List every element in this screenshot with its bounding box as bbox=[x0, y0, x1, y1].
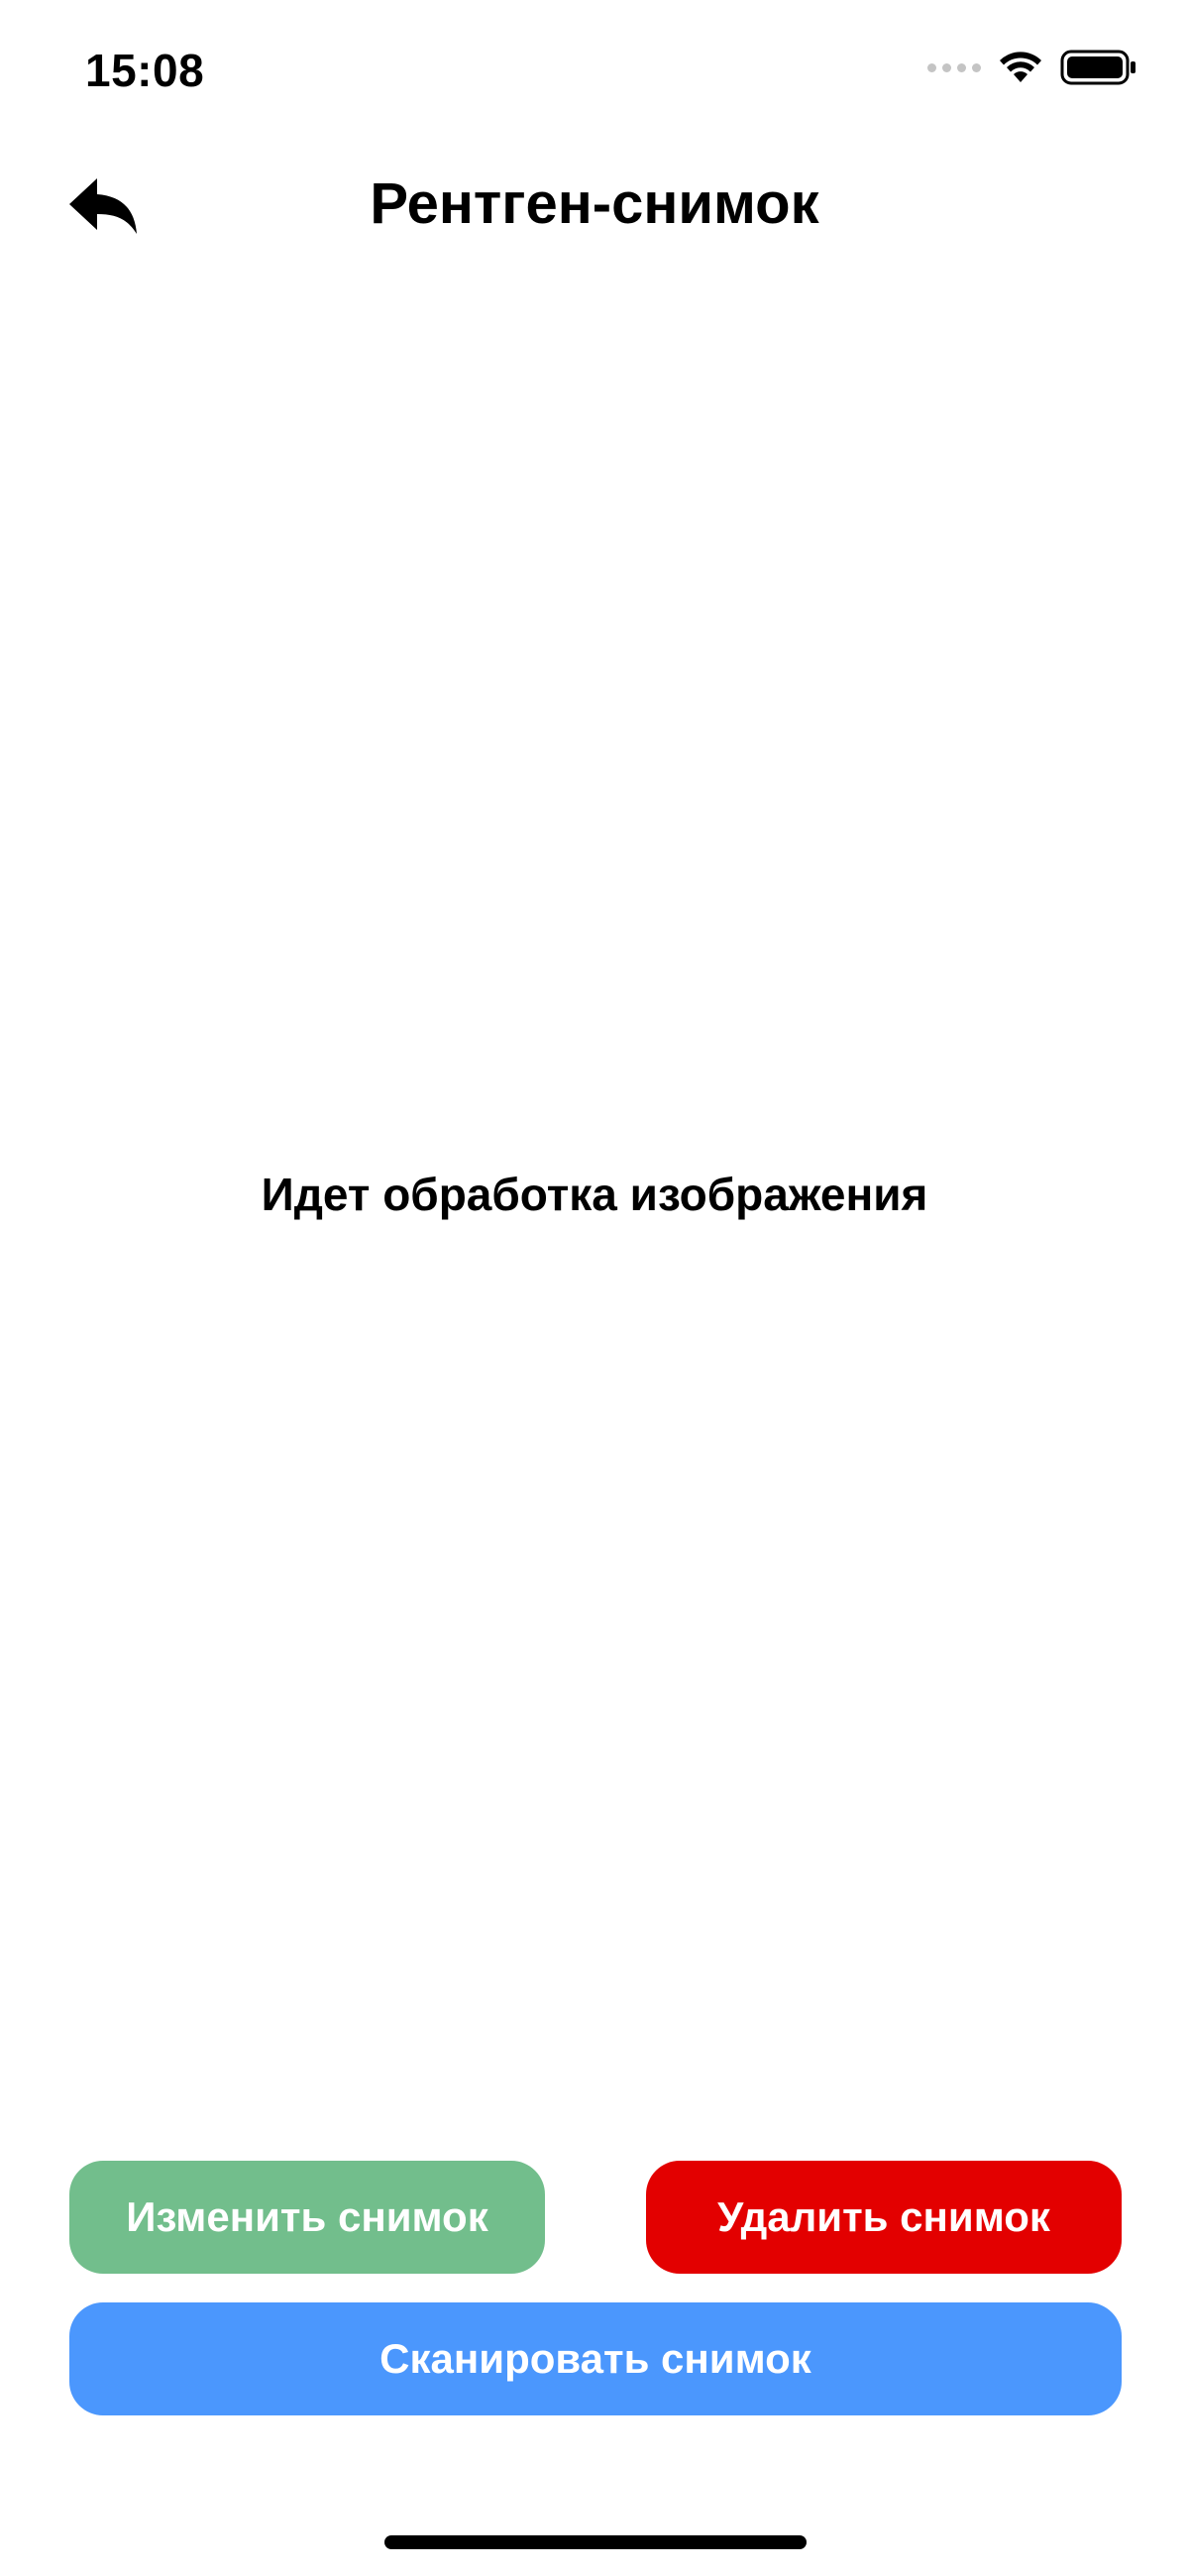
status-bar: 15:08 bbox=[0, 0, 1189, 139]
wifi-icon bbox=[1000, 52, 1041, 82]
scan-image-label: Сканировать снимок bbox=[379, 2335, 811, 2382]
delete-image-label: Удалить снимок bbox=[717, 2193, 1050, 2240]
processing-message: Идет обработка изображения bbox=[261, 1169, 928, 1220]
change-image-button[interactable]: Изменить снимок bbox=[69, 2161, 545, 2274]
home-indicator[interactable] bbox=[384, 2535, 807, 2549]
navigation-bar: Рентген-снимок bbox=[0, 149, 1189, 268]
status-time: 15:08 bbox=[85, 45, 205, 96]
page-title: Рентген-снимок bbox=[370, 171, 819, 236]
delete-image-button[interactable]: Удалить снимок bbox=[646, 2161, 1122, 2274]
battery-icon bbox=[1060, 50, 1135, 85]
change-image-label: Изменить снимок bbox=[126, 2193, 488, 2240]
cellular-signal-icon bbox=[927, 62, 981, 72]
scan-image-button[interactable]: Сканировать снимок bbox=[69, 2302, 1122, 2415]
status-icons bbox=[927, 50, 1137, 85]
